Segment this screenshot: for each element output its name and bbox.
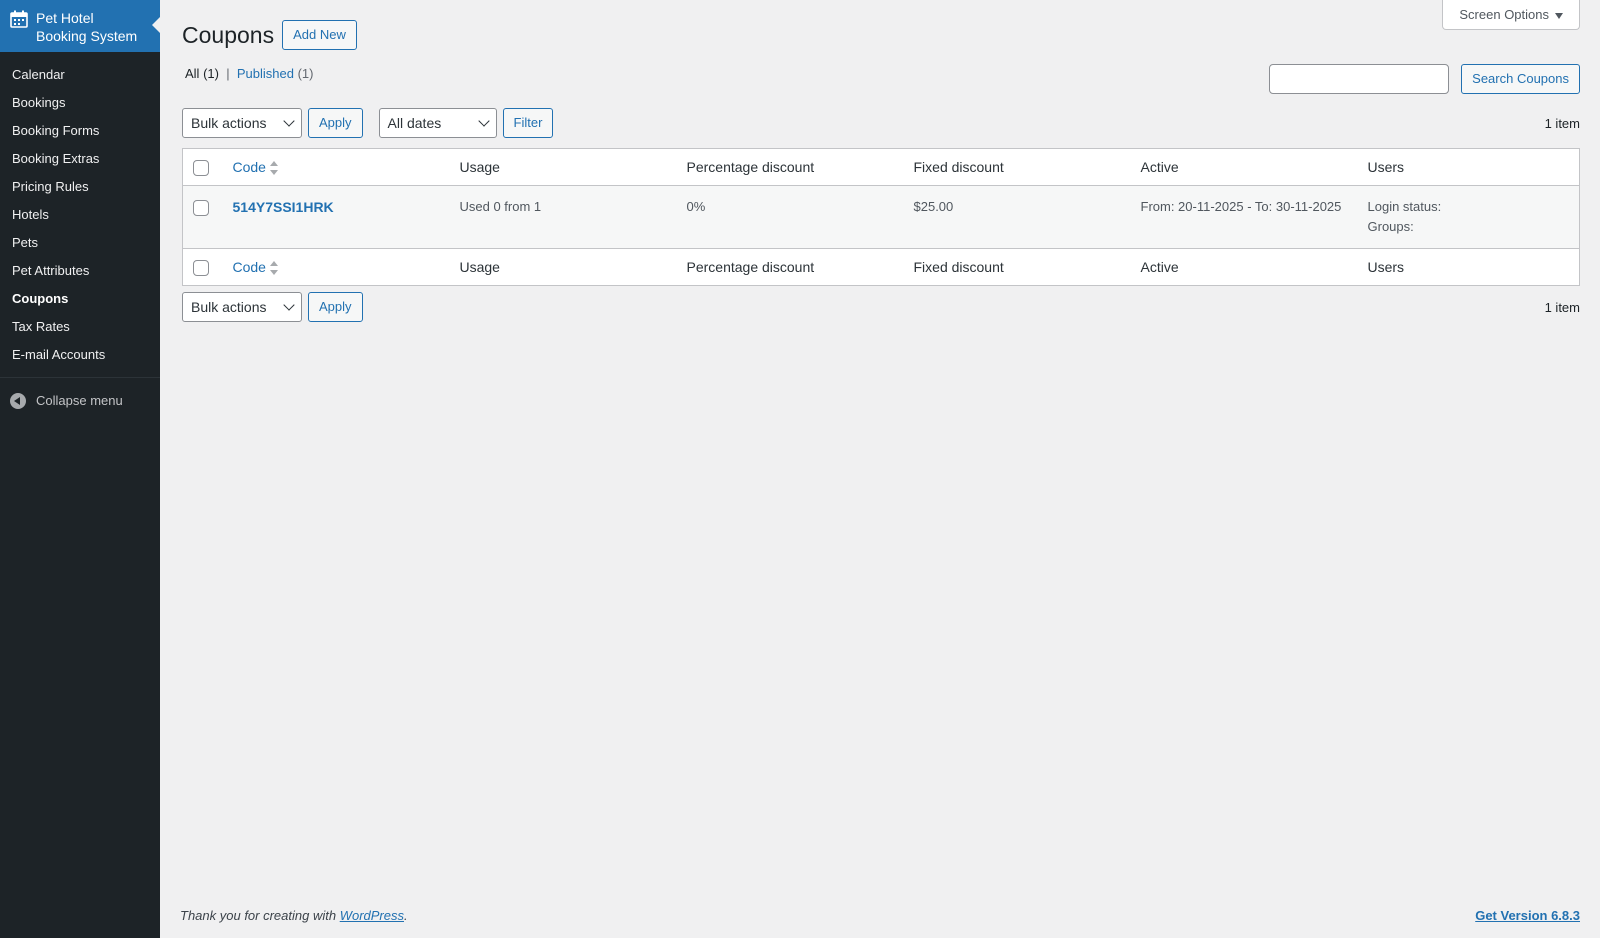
table-row: 514Y7SSI1HRK Used 0 from 1 0% $25.00 Fro…	[182, 185, 1580, 249]
screen-options-button[interactable]: Screen Options	[1442, 0, 1580, 30]
search-coupons-button[interactable]: Search Coupons	[1461, 64, 1580, 94]
sidebar-item-email-accounts[interactable]: E-mail Accounts	[0, 341, 160, 369]
table-header-row: Code Usage Percentage discount Fixed dis…	[182, 149, 1580, 186]
tablenav-top: Bulk actions Apply All dates Filter 1 it…	[182, 108, 1580, 138]
page-title: Coupons	[182, 22, 275, 48]
calendar-icon	[10, 10, 28, 28]
coupon-code-link[interactable]: 514Y7SSI1HRK	[233, 199, 334, 215]
screen-options-label: Screen Options	[1459, 7, 1549, 22]
column-fixed-discount: Fixed discount	[913, 159, 1004, 175]
percentage-discount-cell: 0%	[686, 199, 706, 214]
fixed-discount-cell: $25.00	[913, 199, 954, 214]
column-percentage-discount-footer: Percentage discount	[686, 259, 815, 275]
filter-button[interactable]: Filter	[502, 108, 554, 138]
footer-thanks: Thank you for creating with WordPress.	[180, 908, 408, 923]
view-all-link[interactable]: All (1)	[185, 66, 219, 81]
apply-button-bottom[interactable]: Apply	[308, 292, 363, 322]
search-box: Search Coupons	[1269, 64, 1580, 94]
select-all-cell-footer	[183, 249, 223, 286]
sidebar-item-tax-rates[interactable]: Tax Rates	[0, 313, 160, 341]
chevron-down-icon	[477, 115, 490, 127]
column-code-footer-label[interactable]: Code	[233, 259, 266, 275]
sidebar-item-pricing-rules[interactable]: Pricing Rules	[0, 173, 160, 201]
page-header: Coupons Add New	[182, 20, 357, 50]
apply-button[interactable]: Apply	[308, 108, 363, 138]
view-published-link[interactable]: Published (1)	[237, 66, 314, 81]
select-all-checkbox[interactable]	[193, 159, 209, 176]
collapse-arrow-icon	[10, 392, 26, 409]
caret-down-icon	[1555, 12, 1563, 19]
view-all-label: All	[185, 66, 200, 81]
select-all-cell	[183, 149, 223, 186]
items-count-bottom: 1 item	[1544, 299, 1580, 315]
view-published-count: (1)	[297, 66, 314, 81]
admin-footer: Thank you for creating with WordPress. G…	[180, 898, 1580, 938]
sort-icon	[269, 261, 278, 276]
column-users: Users	[1367, 159, 1405, 175]
footer-thanks-text: Thank you for creating with	[180, 908, 337, 923]
view-all-count: (1)	[203, 66, 219, 81]
collapse-menu-button[interactable]: Collapse menu	[0, 377, 160, 413]
sort-icon	[269, 161, 278, 176]
plugin-menu-header[interactable]: Pet Hotel Booking System	[0, 0, 160, 52]
column-percentage-discount: Percentage discount	[686, 159, 815, 175]
add-new-button[interactable]: Add New	[282, 20, 357, 50]
status-views: All (1) | Published (1)	[185, 66, 313, 81]
footer-version: Get Version 6.8.3	[1475, 908, 1580, 923]
column-users-footer: Users	[1367, 259, 1405, 275]
bulk-actions-select-bottom[interactable]: Bulk actions	[182, 292, 302, 322]
brand-line1: Pet Hotel	[36, 10, 94, 26]
footer-period: .	[404, 908, 408, 923]
row-checkbox[interactable]	[193, 200, 209, 217]
usage-cell: Used 0 from 1	[459, 199, 542, 214]
sidebar-item-bookings[interactable]: Bookings	[0, 89, 160, 117]
bulk-actions-select[interactable]: Bulk actions	[182, 108, 302, 138]
sidebar-item-coupons[interactable]: Coupons	[0, 285, 160, 313]
search-input[interactable]	[1269, 64, 1450, 94]
column-usage: Usage	[459, 159, 500, 175]
get-version-link[interactable]: Get Version 6.8.3	[1475, 908, 1580, 923]
column-fixed-discount-footer: Fixed discount	[913, 259, 1004, 275]
column-code-footer[interactable]: Code	[223, 249, 450, 286]
sidebar-item-hotels[interactable]: Hotels	[0, 201, 160, 229]
view-separator: |	[226, 66, 230, 81]
tablenav-bottom: Bulk actions Apply 1 item	[182, 292, 1580, 322]
wordpress-link[interactable]: WordPress	[340, 908, 404, 923]
bulk-actions-bottom-value: Bulk actions	[191, 299, 267, 315]
login-status-label: Login status:	[1367, 199, 1442, 214]
column-code-label[interactable]: Code	[233, 159, 266, 175]
collapse-menu-label: Collapse menu	[36, 393, 123, 408]
chevron-down-icon	[283, 115, 295, 127]
brand-line2: Booking System	[36, 28, 138, 44]
active-period-cell: From: 20-11-2025 - To: 30-11-2025	[1140, 199, 1342, 214]
date-filter-value: All dates	[387, 115, 442, 131]
bulk-actions-value: Bulk actions	[191, 115, 267, 131]
sidebar-item-pets[interactable]: Pets	[0, 229, 160, 257]
current-menu-arrow	[152, 17, 160, 33]
users-cell: Login status: Groups:	[1358, 186, 1580, 249]
admin-sidebar: Pet Hotel Booking System Calendar Bookin…	[0, 0, 160, 938]
column-usage-footer: Usage	[459, 259, 500, 275]
sidebar-item-booking-extras[interactable]: Booking Extras	[0, 145, 160, 173]
view-published-label: Published	[236, 66, 294, 81]
sidebar-item-calendar[interactable]: Calendar	[0, 61, 160, 89]
select-all-checkbox-footer[interactable]	[193, 259, 209, 276]
plugin-menu-title: Pet Hotel Booking System	[36, 9, 137, 45]
items-count: 1 item	[1544, 115, 1580, 131]
sidebar-item-booking-forms[interactable]: Booking Forms	[0, 117, 160, 145]
chevron-down-icon	[283, 299, 295, 311]
submenu-list: Calendar Bookings Booking Forms Booking …	[0, 61, 160, 369]
date-filter-select[interactable]: All dates	[378, 108, 497, 138]
row-select-cell	[183, 186, 223, 249]
sidebar-item-pet-attributes[interactable]: Pet Attributes	[0, 257, 160, 285]
column-code[interactable]: Code	[223, 149, 450, 186]
column-active: Active	[1140, 159, 1179, 175]
coupons-table: Code Usage Percentage discount Fixed dis…	[182, 148, 1580, 286]
coupon-code-cell: 514Y7SSI1HRK	[223, 186, 450, 249]
table-footer-row: Code Usage Percentage discount Fixed dis…	[182, 248, 1580, 286]
column-active-footer: Active	[1140, 259, 1179, 275]
groups-label: Groups:	[1367, 219, 1414, 234]
